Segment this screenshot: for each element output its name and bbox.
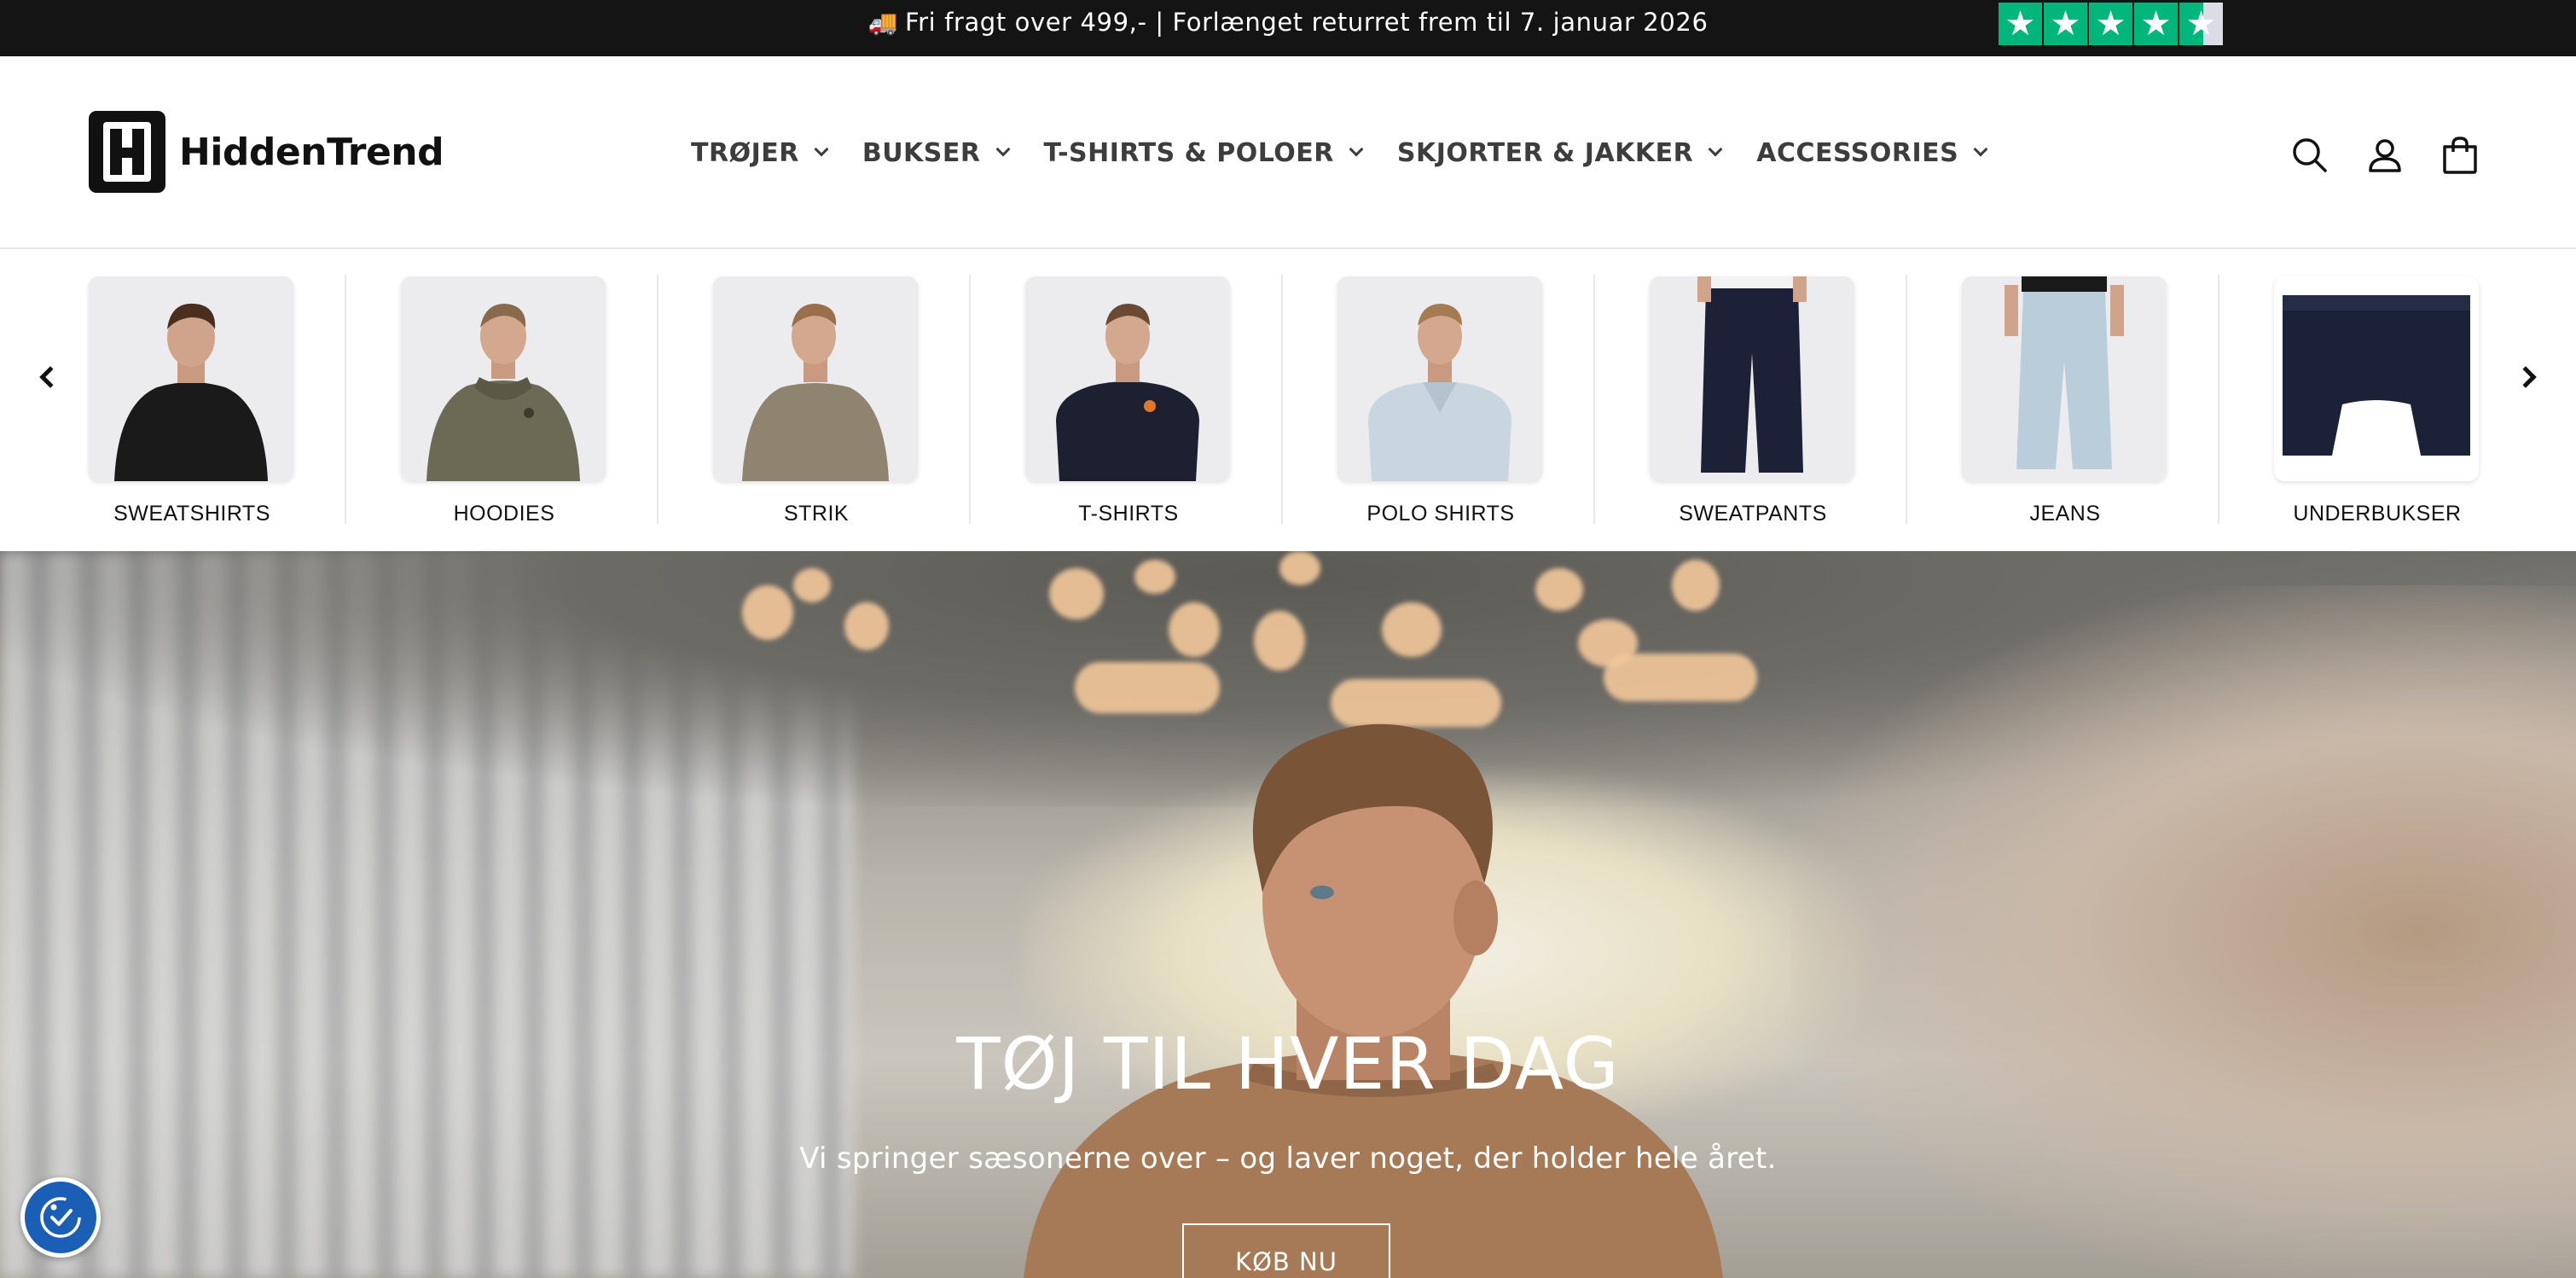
divider — [1593, 275, 1595, 524]
category-label: POLO SHIRTS — [1366, 502, 1515, 526]
half-star-icon: ★ — [2179, 3, 2223, 45]
category-hoodies[interactable]: HOODIES — [348, 276, 660, 526]
category-label: UNDERBUKSER — [2293, 502, 2462, 526]
category-image — [1025, 276, 1230, 481]
chevron-down-icon — [1973, 142, 1988, 157]
category-carousel: SWEATSHIRTS HOODIES STRIK T-SHIRTS POLO … — [0, 249, 2576, 551]
nav-item-bukser[interactable]: BUKSER — [862, 137, 1011, 168]
category-image — [1650, 276, 1854, 481]
category-image — [2274, 276, 2479, 481]
category-sweatpants[interactable]: SWEATPANTS — [1597, 276, 1909, 526]
divider — [969, 275, 971, 524]
announcement-text: Fri fragt over 499,- | Forlænget returre… — [904, 8, 1709, 37]
nav-item-label: T-SHIRTS & POLOER — [1043, 137, 1334, 168]
category-label: HOODIES — [453, 502, 555, 526]
announcement-bar: 🚚 Fri fragt over 499,- | Forlænget retur… — [0, 0, 2576, 56]
chevron-down-icon — [1349, 142, 1364, 157]
trustpilot-rating[interactable]: ★ ★ ★ ★ ★ — [1999, 3, 2225, 45]
category-strik[interactable]: STRIK — [660, 276, 972, 526]
category-sweatshirts[interactable]: SWEATSHIRTS — [36, 276, 348, 526]
category-t-shirts[interactable]: T-SHIRTS — [972, 276, 1285, 526]
category-label: SWEATSHIRTS — [113, 502, 270, 526]
category-label: T-SHIRTS — [1078, 502, 1179, 526]
truck-icon: 🚚 — [867, 8, 898, 37]
nav-item-trojer[interactable]: TRØJER — [691, 137, 829, 168]
main-nav: TRØJER BUKSER T-SHIRTS & POLOER SKJORTER… — [691, 56, 2022, 249]
divider — [2218, 275, 2219, 524]
star-icon: ★ — [2089, 3, 2132, 45]
nav-item-skjorter-jakker[interactable]: SKJORTER & JAKKER — [1396, 137, 1723, 168]
nav-item-label: BUKSER — [862, 137, 981, 168]
divider — [1906, 275, 1907, 524]
category-image — [401, 276, 606, 481]
cart-icon[interactable] — [2436, 131, 2484, 179]
chevron-down-icon — [1708, 142, 1723, 157]
logo-mark-icon — [89, 111, 165, 193]
nav-item-label: SKJORTER & JAKKER — [1396, 137, 1694, 168]
category-image — [1337, 276, 1542, 481]
chevron-down-icon — [995, 142, 1011, 157]
category-label: JEANS — [2029, 502, 2101, 526]
shop-now-button[interactable]: KØB NU — [1182, 1223, 1390, 1278]
star-icon: ★ — [2044, 3, 2087, 45]
hero-banner: TØJ TIL HVER DAG Vi springer sæsonerne o… — [0, 551, 2576, 1278]
star-icon: ★ — [1999, 3, 2042, 45]
divider — [657, 275, 659, 524]
site-logo[interactable]: HiddenTrend — [89, 111, 444, 193]
accessibility-icon — [40, 1197, 81, 1238]
nav-item-tshirts-poloer[interactable]: T-SHIRTS & POLOER — [1043, 137, 1364, 168]
search-icon[interactable] — [2286, 131, 2334, 179]
header-icons — [2286, 131, 2511, 179]
account-icon[interactable] — [2361, 131, 2409, 179]
nav-item-accessories[interactable]: ACCESSORIES — [1756, 137, 1988, 168]
divider — [1281, 275, 1283, 524]
star-icon: ★ — [2134, 3, 2178, 45]
nav-item-label: ACCESSORIES — [1756, 137, 1959, 168]
nav-item-label: TRØJER — [691, 137, 799, 168]
shop-now-label: KØB NU — [1235, 1247, 1337, 1276]
hero-subtitle: Vi springer sæsonerne over – og laver no… — [799, 1141, 1777, 1176]
hero-model-image — [989, 713, 1757, 1278]
site-header: HiddenTrend TRØJER BUKSER T-SHIRTS & POL… — [0, 56, 2576, 249]
category-image — [713, 276, 918, 481]
category-polo-shirts[interactable]: POLO SHIRTS — [1285, 276, 1597, 526]
category-label: SWEATPANTS — [1679, 502, 1827, 526]
category-image — [1962, 276, 2167, 481]
logo-text: HiddenTrend — [179, 130, 444, 174]
category-image — [89, 276, 293, 481]
category-jeans[interactable]: JEANS — [1909, 276, 2221, 526]
category-underbukser[interactable]: UNDERBUKSER — [2221, 276, 2533, 526]
category-label: STRIK — [783, 502, 850, 526]
accessibility-button[interactable] — [20, 1177, 101, 1258]
hero-title: TØJ TIL HVER DAG — [956, 1022, 1620, 1106]
divider — [345, 275, 346, 524]
chevron-down-icon — [814, 142, 829, 157]
